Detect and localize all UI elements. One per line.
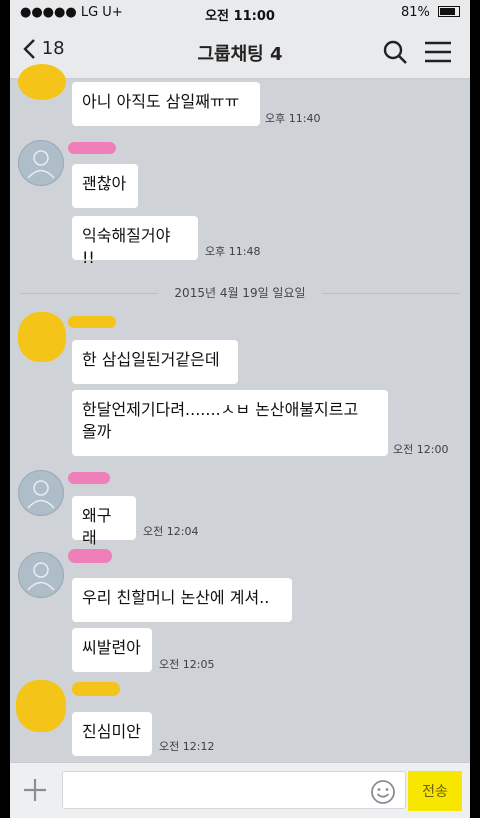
message-time: 오전 12:00 — [393, 443, 449, 456]
menu-button[interactable] — [424, 40, 452, 68]
phone-screen: ●●●●● LG U+ 오전 11:00 81% 18 그룹채팅 4 아니 아직… — [10, 0, 470, 818]
message-bubble[interactable]: 아니 아직도 삼일째ㅠㅠ — [72, 82, 260, 126]
message-bubble[interactable]: 우리 친할머니 논산에 계셔.. — [72, 578, 292, 622]
default-profile-icon — [27, 562, 55, 591]
message-bubble[interactable]: 한 삼십일된거같은데 — [72, 340, 238, 384]
back-button[interactable]: 18 — [22, 38, 65, 60]
avatar[interactable] — [18, 552, 64, 598]
separator-line — [322, 293, 460, 294]
default-profile-icon — [27, 480, 55, 509]
redacted-sender-name — [68, 316, 116, 328]
battery-percent: 81% — [400, 5, 430, 20]
battery-fill — [440, 8, 455, 15]
battery-icon — [438, 6, 460, 17]
back-count: 18 — [41, 38, 65, 59]
status-bar: ●●●●● LG U+ 오전 11:00 81% — [10, 0, 470, 26]
redacted-sender-name — [68, 142, 116, 154]
message-text-line: 한달언제기다려.......ㅅㅂ 논산애불지르고 — [82, 400, 359, 419]
message-bubble[interactable]: 괜찮아 — [72, 164, 138, 208]
message-text: 괜찮아 — [82, 174, 127, 193]
date-separator: 2015년 4월 19일 일요일 — [10, 284, 470, 301]
hamburger-menu-icon — [425, 41, 451, 63]
message-time: 오전 12:05 — [159, 658, 215, 671]
default-profile-icon — [27, 150, 55, 179]
send-button[interactable]: 전송 — [408, 771, 462, 811]
message-text: 아니 아직도 삼일째ㅠㅠ — [82, 92, 240, 111]
chevron-left-icon — [23, 39, 35, 59]
attach-button[interactable] — [22, 777, 48, 807]
redacted-sender-name — [68, 549, 112, 563]
redacted-sender-name — [72, 682, 120, 696]
message-time: 오전 12:12 — [159, 740, 215, 753]
plus-icon — [24, 779, 46, 801]
redacted-sender-name — [68, 472, 110, 484]
separator-line — [20, 293, 158, 294]
avatar[interactable] — [18, 140, 64, 186]
redacted-avatar[interactable] — [16, 680, 66, 732]
message-text-line: 올까 — [82, 422, 112, 441]
message-bubble[interactable]: 진심미안 — [72, 712, 152, 756]
message-text: 한 삼십일된거같은데 — [82, 350, 220, 369]
avatar[interactable] — [18, 470, 64, 516]
battery-indicator: 81% — [401, 5, 460, 20]
message-bubble[interactable]: 씨발련아 — [72, 628, 152, 672]
search-icon — [383, 40, 407, 64]
message-time: 오전 12:04 — [143, 525, 199, 538]
redacted-avatar — [18, 64, 66, 100]
chat-header: 18 그룹채팅 4 — [10, 26, 470, 79]
message-bubble[interactable]: 익숙해질거야 !! — [72, 216, 198, 267]
smiley-icon — [371, 780, 395, 804]
message-input[interactable] — [62, 771, 406, 809]
message-time: 오후 11:48 — [205, 245, 261, 258]
message-text: 진심미안 — [82, 722, 141, 741]
message-text: 왜구래 — [82, 506, 112, 547]
message-text: 우리 친할머니 논산에 계셔.. — [82, 588, 270, 607]
date-label: 2015년 4월 19일 일요일 — [174, 286, 306, 300]
message-bubble[interactable]: 왜구래 — [72, 496, 136, 547]
message-text: 익숙해질거야 !! — [82, 226, 171, 267]
emoji-button[interactable] — [370, 779, 396, 809]
search-button[interactable] — [382, 39, 408, 69]
message-time: 오후 11:40 — [265, 112, 321, 125]
message-text: 씨발련아 — [82, 638, 141, 657]
message-input-bar: 전송 — [10, 762, 470, 818]
message-bubble[interactable]: 한달언제기다려.......ㅅㅂ 논산애불지르고 올까 — [72, 390, 388, 456]
redacted-avatar[interactable] — [18, 312, 66, 362]
